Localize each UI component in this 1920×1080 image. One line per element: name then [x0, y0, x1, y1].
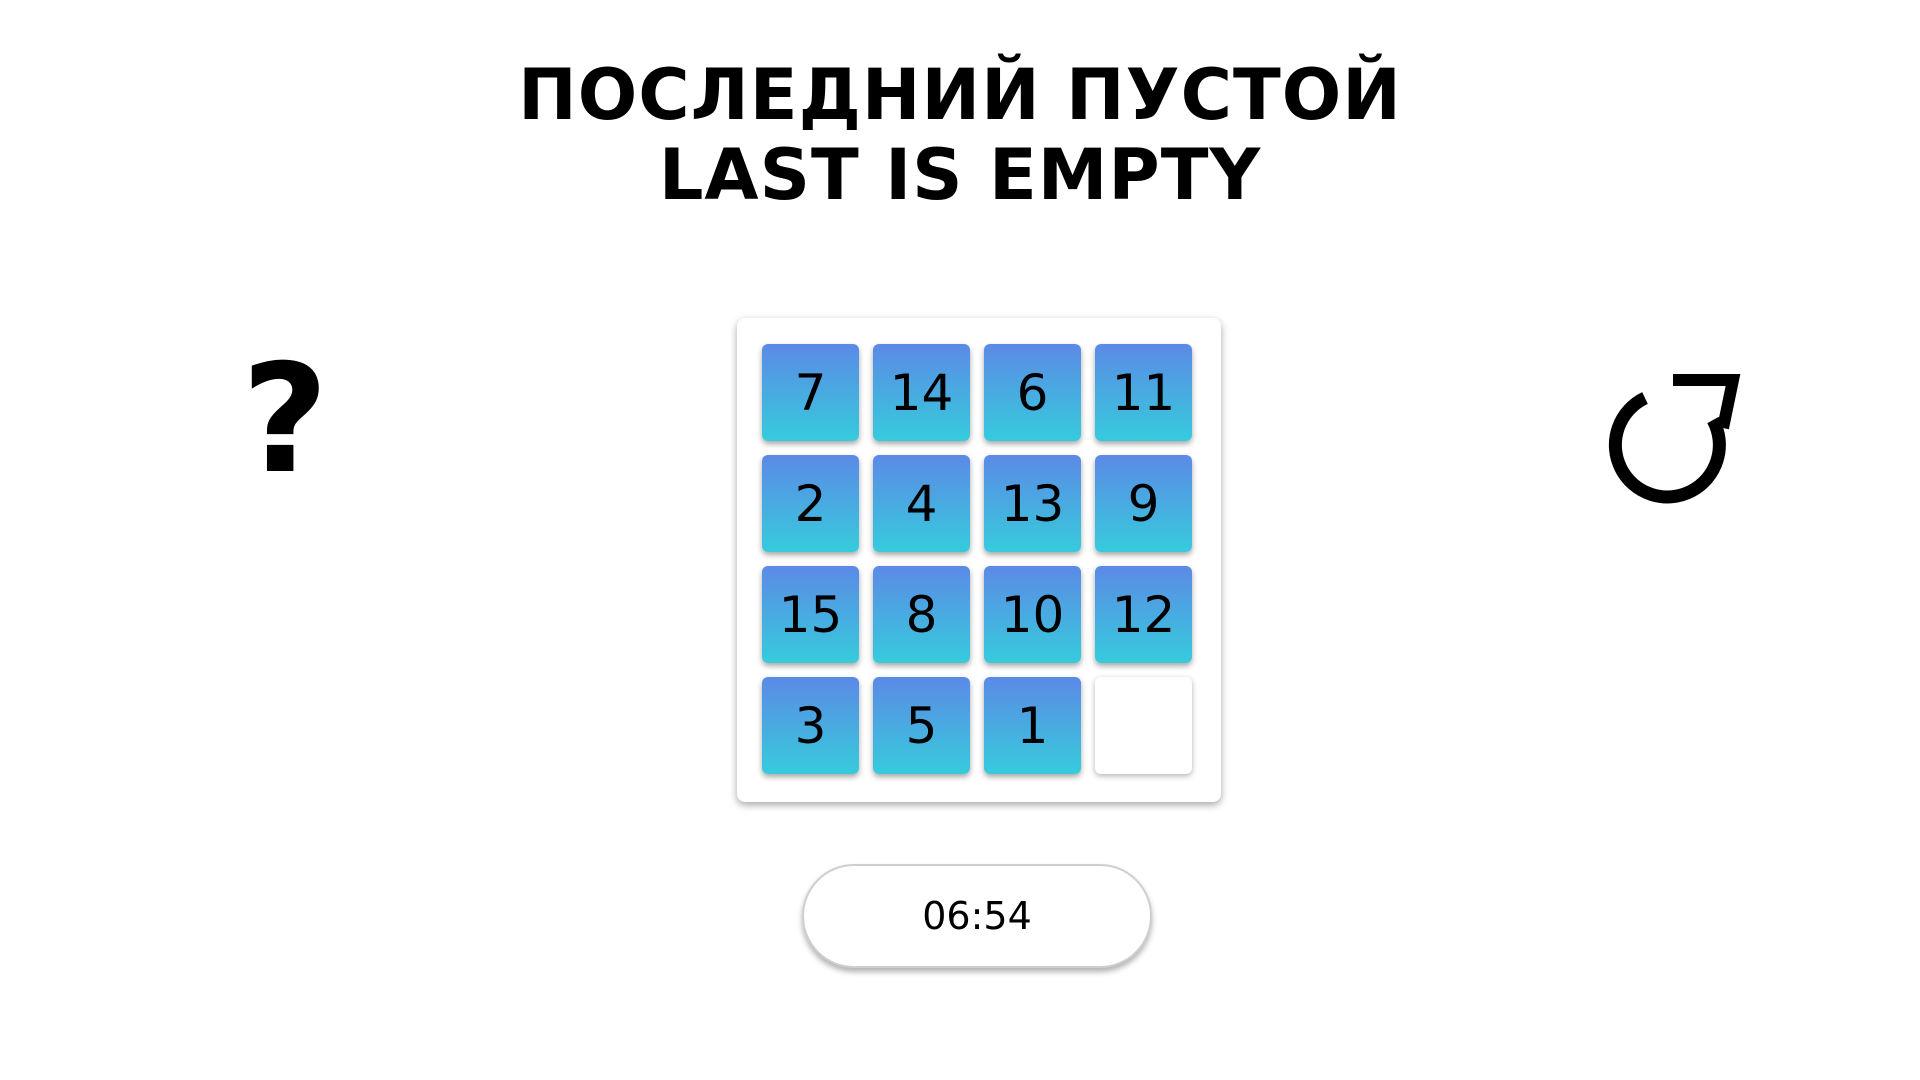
timer-value: 06:54: [922, 894, 1032, 938]
puzzle-tile[interactable]: 12: [1095, 566, 1192, 663]
puzzle-tile[interactable]: 14: [873, 344, 970, 441]
puzzle-tile[interactable]: 1: [984, 677, 1081, 774]
puzzle-tile[interactable]: 13: [984, 455, 1081, 552]
question-mark-icon: ?: [241, 333, 329, 507]
puzzle-tile[interactable]: 6: [984, 344, 1081, 441]
game-screen: ПОСЛЕДНИЙ ПУСТОЙ LAST IS EMPTY ? 7 14 6 11 2…: [0, 0, 1920, 1080]
help-button[interactable]: ?: [225, 345, 345, 495]
title-line-english: LAST IS EMPTY: [658, 134, 1262, 216]
puzzle-tile[interactable]: 9: [1095, 455, 1192, 552]
puzzle-tile[interactable]: 10: [984, 566, 1081, 663]
title-line-russian: ПОСЛЕДНИЙ ПУСТОЙ: [518, 54, 1402, 136]
puzzle-tile[interactable]: 5: [873, 677, 970, 774]
puzzle-tile[interactable]: 7: [762, 344, 859, 441]
puzzle-tile[interactable]: 3: [762, 677, 859, 774]
restart-arrow-icon: [1608, 374, 1741, 504]
puzzle-board: 7 14 6 11 2 4 13 9 15 8 10 12 3 5 1: [737, 318, 1221, 802]
puzzle-tile[interactable]: 15: [762, 566, 859, 663]
tile-grid: 7 14 6 11 2 4 13 9 15 8 10 12 3 5 1: [762, 344, 1192, 774]
puzzle-tile[interactable]: 4: [873, 455, 970, 552]
restart-button[interactable]: [1595, 370, 1745, 510]
puzzle-tile[interactable]: 11: [1095, 344, 1192, 441]
page-title: ПОСЛЕДНИЙ ПУСТОЙ LAST IS EMPTY: [0, 55, 1920, 215]
puzzle-tile[interactable]: 2: [762, 455, 859, 552]
puzzle-tile[interactable]: 8: [873, 566, 970, 663]
empty-slot: [1095, 677, 1192, 774]
timer-display: 06:54: [802, 864, 1152, 968]
